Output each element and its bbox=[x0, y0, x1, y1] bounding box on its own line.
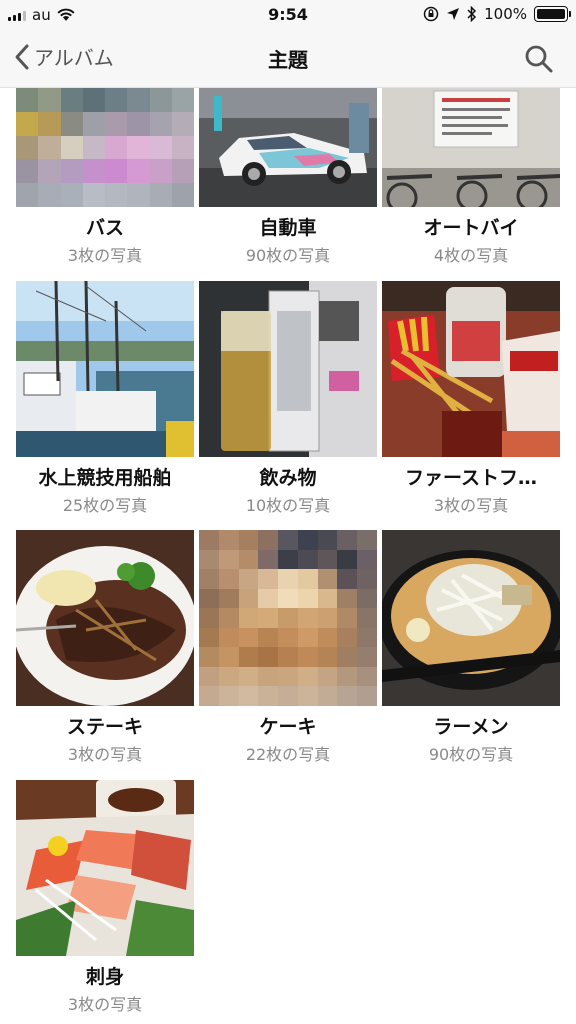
album-title: 刺身 bbox=[85, 966, 124, 988]
album-title: 水上競技用船舶 bbox=[38, 467, 172, 489]
status-right: 100% bbox=[423, 5, 571, 23]
album-count: 10枚の写真 bbox=[245, 496, 331, 515]
album-thumbnail bbox=[16, 780, 194, 956]
album-count: 90枚の写真 bbox=[245, 246, 331, 265]
album-thumbnail bbox=[199, 281, 377, 457]
album-sashimi[interactable]: 刺身 3枚の写真 bbox=[16, 780, 194, 1015]
bluetooth-icon bbox=[467, 6, 477, 22]
album-title: ラーメン bbox=[433, 716, 509, 738]
album-cake[interactable]: ケーキ 22枚の写真 bbox=[199, 530, 377, 765]
status-bar: au 9:54 100% bbox=[0, 0, 576, 30]
album-thumbnail bbox=[16, 281, 194, 457]
album-thumbnail bbox=[16, 530, 194, 706]
album-count: 3枚の写真 bbox=[67, 995, 143, 1014]
album-drinks[interactable]: 飲み物 10枚の写真 bbox=[199, 281, 377, 516]
album-count: 90枚の写真 bbox=[428, 745, 514, 764]
album-thumbnail bbox=[199, 88, 377, 207]
album-title: 自動車 bbox=[259, 217, 317, 239]
album-thumbnail bbox=[382, 88, 560, 207]
album-thumbnail bbox=[16, 88, 194, 207]
navigation-bar: アルバム 主題 bbox=[0, 30, 576, 88]
album-count: 3枚の写真 bbox=[67, 246, 143, 265]
album-title: バス bbox=[85, 217, 124, 239]
album-thumbnail bbox=[382, 530, 560, 706]
battery-percent: 100% bbox=[484, 5, 527, 23]
album-steak[interactable]: ステーキ 3枚の写真 bbox=[16, 530, 194, 765]
album-count: 4枚の写真 bbox=[433, 246, 509, 265]
album-ramen[interactable]: ラーメン 90枚の写真 bbox=[382, 530, 560, 765]
orientation-lock-icon bbox=[423, 6, 439, 22]
album-title: 飲み物 bbox=[259, 467, 317, 489]
battery-icon bbox=[534, 6, 571, 22]
album-count: 3枚の写真 bbox=[67, 745, 143, 764]
album-title: オートバイ bbox=[423, 217, 519, 239]
page-title: 主題 bbox=[268, 48, 308, 72]
album-count: 22枚の写真 bbox=[245, 745, 331, 764]
album-count: 3枚の写真 bbox=[433, 496, 509, 515]
search-icon[interactable] bbox=[524, 44, 554, 74]
album-title: ファーストフ… bbox=[404, 467, 538, 489]
album-thumbnail bbox=[199, 530, 377, 706]
album-watercraft[interactable]: 水上競技用船舶 25枚の写真 bbox=[16, 281, 194, 516]
album-title: ステーキ bbox=[66, 716, 143, 738]
album-thumbnail bbox=[382, 281, 560, 457]
location-arrow-icon bbox=[447, 8, 460, 20]
album-fast-food[interactable]: ファーストフ… 3枚の写真 bbox=[382, 281, 560, 516]
album-title: ケーキ bbox=[259, 716, 317, 738]
album-count: 25枚の写真 bbox=[62, 496, 148, 515]
